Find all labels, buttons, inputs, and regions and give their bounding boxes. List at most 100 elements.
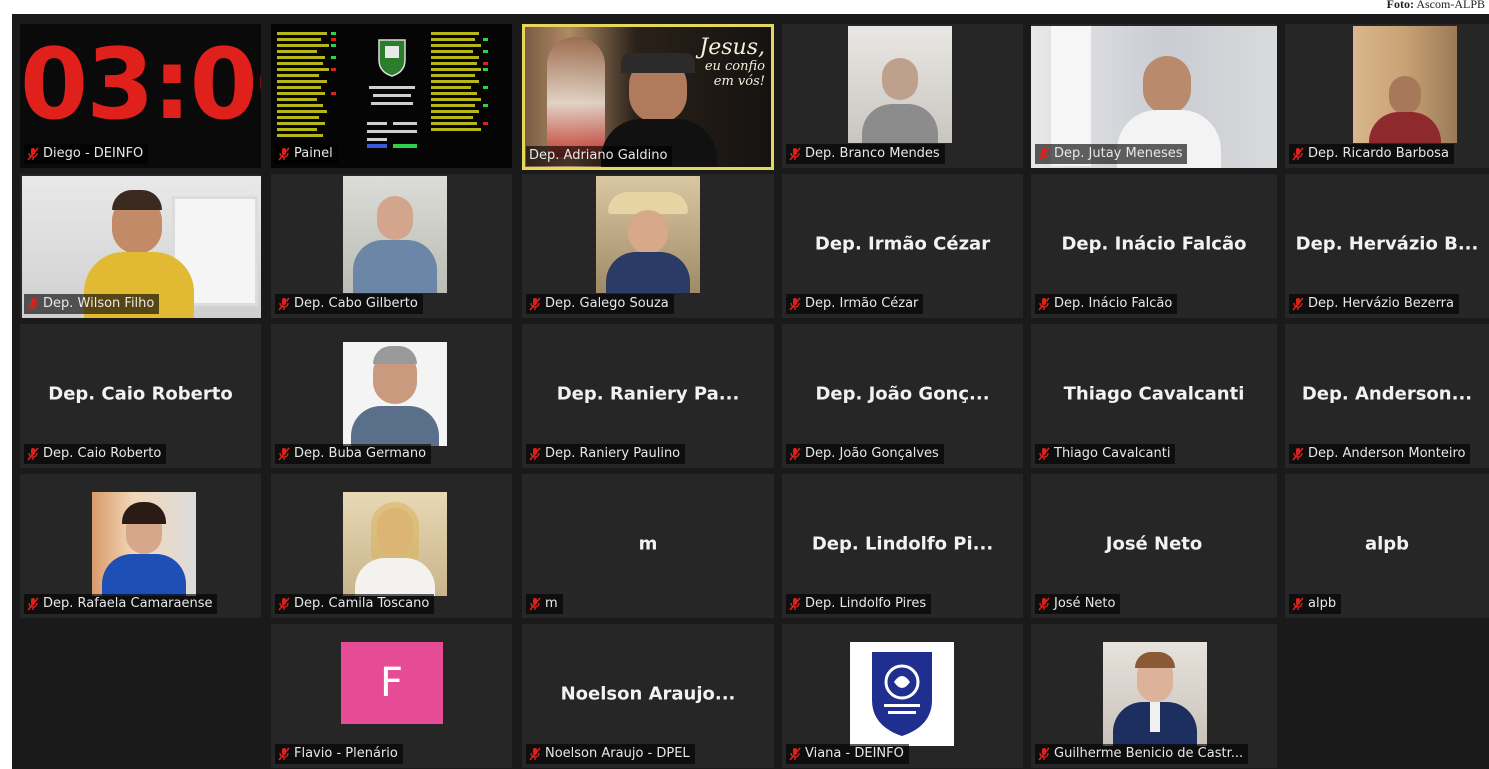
- participant-tile[interactable]: 03:00 Diego - DEINFO: [20, 24, 261, 168]
- muted-mic-icon: [1038, 747, 1050, 761]
- muted-mic-icon: [1038, 147, 1050, 161]
- muted-mic-icon: [278, 447, 290, 461]
- participant-display-name: Dep. Caio Roberto: [48, 383, 233, 405]
- participant-display-name: José Neto: [1105, 533, 1203, 555]
- participant-display-name: Dep. Irmão Cézar: [814, 233, 991, 255]
- participant-tile[interactable]: José Neto José Neto: [1031, 474, 1277, 618]
- participant-tile[interactable]: Dep. Jutay Meneses: [1031, 24, 1277, 168]
- photo-credit: Foto: Ascom-ALPB: [1386, 0, 1485, 11]
- participant-tile[interactable]: Dep. Irmão Cézar Dep. Irmão Cézar: [782, 174, 1023, 318]
- participant-tile[interactable]: Dep. João Gonç... Dep. João Gonçalves: [782, 324, 1023, 468]
- participant-video: [1103, 642, 1207, 746]
- muted-mic-icon: [789, 597, 801, 611]
- participant-name-label: Dep. Inácio Falcão: [1035, 294, 1178, 314]
- participant-tile[interactable]: Dep. Rafaela Camaraense: [20, 474, 261, 618]
- participant-name-label: Dep. Lindolfo Pires: [786, 594, 932, 614]
- participant-tile[interactable]: Dep. Cabo Gilberto: [271, 174, 512, 318]
- participant-tile[interactable]: Dep. Camila Toscano: [271, 474, 512, 618]
- muted-mic-icon: [27, 597, 39, 611]
- muted-mic-icon: [529, 447, 541, 461]
- participant-tile[interactable]: Viana - DEINFO: [782, 624, 1023, 768]
- jesus-quote-overlay: Jesus, eu confio em vós!: [699, 35, 765, 90]
- participant-name-label: Dep. Galego Souza: [526, 294, 674, 314]
- muted-mic-icon: [278, 747, 290, 761]
- participant-video: [1353, 26, 1457, 143]
- muted-mic-icon: [1292, 297, 1304, 311]
- muted-mic-icon: [278, 147, 290, 161]
- muted-mic-icon: [1038, 597, 1050, 611]
- muted-mic-icon: [1292, 447, 1304, 461]
- participant-name-label: Dep. Adriano Galdino: [526, 146, 673, 166]
- participant-display-name: Thiago Cavalcanti: [1063, 383, 1245, 405]
- muted-mic-icon: [789, 147, 801, 161]
- participant-name-label: Dep. Anderson Monteiro: [1289, 444, 1471, 464]
- participant-tile[interactable]: Dep. Inácio Falcão Dep. Inácio Falcão: [1031, 174, 1277, 318]
- participant-video: [596, 176, 700, 293]
- participant-name-label: Dep. Cabo Gilberto: [275, 294, 423, 314]
- participant-tile[interactable]: Dep. Caio Roberto Dep. Caio Roberto: [20, 324, 261, 468]
- participant-tile[interactable]: Dep. Ricardo Barbosa: [1285, 24, 1489, 168]
- muted-mic-icon: [27, 297, 39, 311]
- participant-name-label: Dep. Jutay Meneses: [1035, 144, 1188, 164]
- muted-mic-icon: [1292, 597, 1304, 611]
- initial-avatar: F: [340, 642, 443, 724]
- participant-name-label: Guilherme Benicio de Castr...: [1035, 744, 1249, 764]
- participant-tile[interactable]: alpb alpb: [1285, 474, 1489, 618]
- assembly-logo: [850, 642, 954, 746]
- video-gallery: 03:00 Diego - DEINFO: [12, 14, 1489, 769]
- participant-tile[interactable]: Dep. Raniery Pa... Dep. Raniery Paulino: [522, 324, 774, 468]
- participant-name-label: Diego - DEINFO: [24, 144, 149, 164]
- participant-tile[interactable]: Dep. Branco Mendes: [782, 24, 1023, 168]
- muted-mic-icon: [529, 597, 541, 611]
- shield-logo-icon: [872, 652, 932, 736]
- participant-tile[interactable]: F Flavio - Plenário: [271, 624, 512, 768]
- participant-tile[interactable]: Thiago Cavalcanti Thiago Cavalcanti: [1031, 324, 1277, 468]
- participant-tile-active-speaker[interactable]: Jesus, eu confio em vós! Dep. Adriano Gald…: [522, 24, 774, 170]
- participant-display-name: Dep. Lindolfo Pi...: [811, 533, 994, 555]
- participant-tile[interactable]: Dep. Hervázio B... Dep. Hervázio Bezerra: [1285, 174, 1489, 318]
- muted-mic-icon: [789, 747, 801, 761]
- participant-video: [343, 176, 447, 293]
- participant-tile[interactable]: Dep. Anderson... Dep. Anderson Monteiro: [1285, 324, 1489, 468]
- participant-video: [92, 492, 196, 596]
- participant-tile[interactable]: m m: [522, 474, 774, 618]
- muted-mic-icon: [1038, 447, 1050, 461]
- participant-display-name: Dep. Inácio Falcão: [1061, 233, 1247, 255]
- participant-name-label: Dep. Hervázio Bezerra: [1289, 294, 1459, 314]
- participant-tile[interactable]: Dep. Galego Souza: [522, 174, 774, 318]
- participant-tile[interactable]: Dep. Lindolfo Pi... Dep. Lindolfo Pires: [782, 474, 1023, 618]
- muted-mic-icon: [1292, 147, 1304, 161]
- participant-name-label: Thiago Cavalcanti: [1035, 444, 1176, 464]
- participant-name-label: Flavio - Plenário: [275, 744, 403, 764]
- participant-display-name: m: [638, 533, 658, 555]
- participant-display-name: Dep. Anderson...: [1301, 383, 1473, 405]
- participant-name-label: m: [526, 594, 563, 614]
- participant-name-label: Dep. Caio Roberto: [24, 444, 167, 464]
- participant-name-label: Dep. Rafaela Camaraense: [24, 594, 218, 614]
- participant-name-label: Painel: [275, 144, 338, 164]
- participant-display-name: Dep. Hervázio B...: [1295, 233, 1479, 255]
- participant-name-label: José Neto: [1035, 594, 1121, 614]
- muted-mic-icon: [789, 297, 801, 311]
- muted-mic-icon: [529, 747, 541, 761]
- muted-mic-icon: [278, 297, 290, 311]
- participant-name-label: Dep. Irmão Cézar: [786, 294, 924, 314]
- participant-name-label: Dep. Ricardo Barbosa: [1289, 144, 1454, 164]
- muted-mic-icon: [27, 147, 39, 161]
- participant-name-label: alpb: [1289, 594, 1342, 614]
- participant-name-label: Dep. Wilson Filho: [24, 294, 160, 314]
- participant-name-label: Dep. Branco Mendes: [786, 144, 945, 164]
- participant-tile[interactable]: Noelson Araujo... Noelson Araujo - DPEL: [522, 624, 774, 768]
- participant-name-label: Dep. Camila Toscano: [275, 594, 435, 614]
- participant-display-name: Dep. João Gonç...: [815, 383, 990, 405]
- participant-tile[interactable]: Dep. Wilson Filho: [20, 174, 261, 318]
- muted-mic-icon: [1038, 297, 1050, 311]
- participant-tile[interactable]: Guilherme Benicio de Castr...: [1031, 624, 1277, 768]
- participant-video: [343, 492, 447, 596]
- participant-name-label: Dep. Raniery Paulino: [526, 444, 686, 464]
- participant-name-label: Dep. Buba Germano: [275, 444, 432, 464]
- participant-tile[interactable]: Dep. Buba Germano: [271, 324, 512, 468]
- participant-video: [848, 26, 952, 143]
- participant-tile[interactable]: Painel: [271, 24, 512, 168]
- countdown-timer: 03:00: [20, 28, 261, 142]
